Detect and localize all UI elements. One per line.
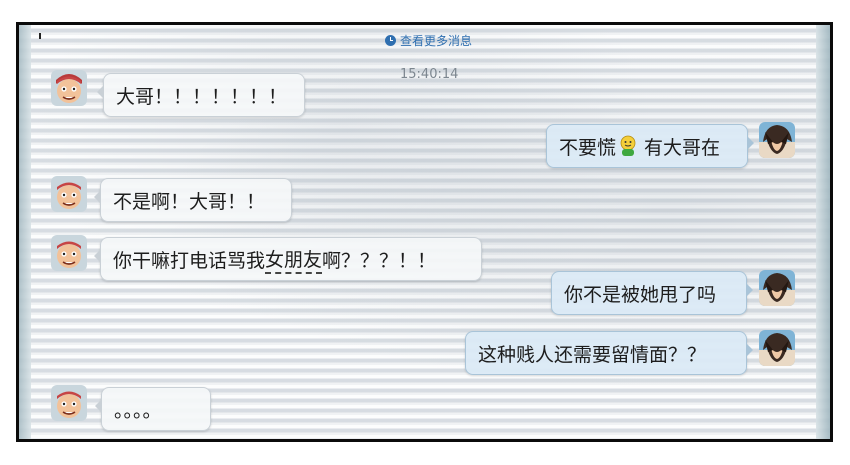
message-text: 。。。。: [114, 399, 162, 422]
avatar-me[interactable]: [759, 330, 795, 366]
avatar-big-brother[interactable]: [51, 70, 87, 106]
message-timestamp: 15:40:14: [400, 67, 459, 82]
clock-icon: [385, 35, 396, 46]
message-bubble-7[interactable]: 。。。。: [95, 387, 211, 431]
message-bubble-4[interactable]: 你干嘛打电话骂我 女朋友 啊？？？！！: [94, 237, 482, 281]
message-bubble-1[interactable]: 大哥！！！！！！！: [97, 73, 305, 117]
anime-portrait-icon: [759, 270, 795, 306]
avatar-big-brother[interactable]: [51, 385, 87, 421]
left-edge-strip: [19, 25, 31, 439]
anime-portrait-icon: [759, 330, 795, 366]
avatar-me[interactable]: [759, 270, 795, 306]
message-bubble-2[interactable]: 不要慌 有大哥在: [546, 124, 754, 168]
message-text-after: 有大哥在: [644, 136, 721, 159]
message-bubble-6[interactable]: 这种贱人还需要留情面？？: [465, 331, 753, 375]
cartoon-face-icon: [51, 70, 87, 106]
anime-portrait-icon: [759, 122, 795, 158]
right-edge-strip: [816, 25, 830, 439]
avatar-big-brother[interactable]: [51, 235, 87, 271]
message-text: 不要慌: [559, 136, 617, 159]
message-text-end: 啊？？？！！: [322, 249, 437, 272]
corner-mark: [39, 33, 41, 39]
more-messages-link[interactable]: 查看更多消息: [385, 32, 472, 49]
green-smiley-icon: [620, 135, 636, 156]
cartoon-face-icon: [51, 235, 87, 271]
message-text: 大哥！！！！！！！: [116, 85, 288, 108]
message-text: 你不是被她甩了吗: [564, 283, 717, 306]
keyword-link[interactable]: 女朋友: [265, 245, 323, 274]
message-text: 不是啊！大哥！！: [113, 190, 266, 213]
message-text: 这种贱人还需要留情面？？: [478, 343, 707, 366]
cartoon-face-icon: [51, 176, 87, 212]
avatar-me[interactable]: [759, 122, 795, 158]
avatar-big-brother[interactable]: [51, 176, 87, 212]
message-bubble-5[interactable]: 你不是被她甩了吗: [551, 271, 753, 315]
chat-window: 查看更多消息 15:40:14 大哥！！！！！！！ 不要慌 有大哥在 不是啊！大…: [16, 22, 833, 442]
message-bubble-3[interactable]: 不是啊！大哥！！: [94, 178, 292, 222]
more-messages-label: 查看更多消息: [400, 34, 473, 48]
cartoon-face-icon: [51, 385, 87, 421]
message-text: 你干嘛打电话骂我: [113, 249, 266, 272]
